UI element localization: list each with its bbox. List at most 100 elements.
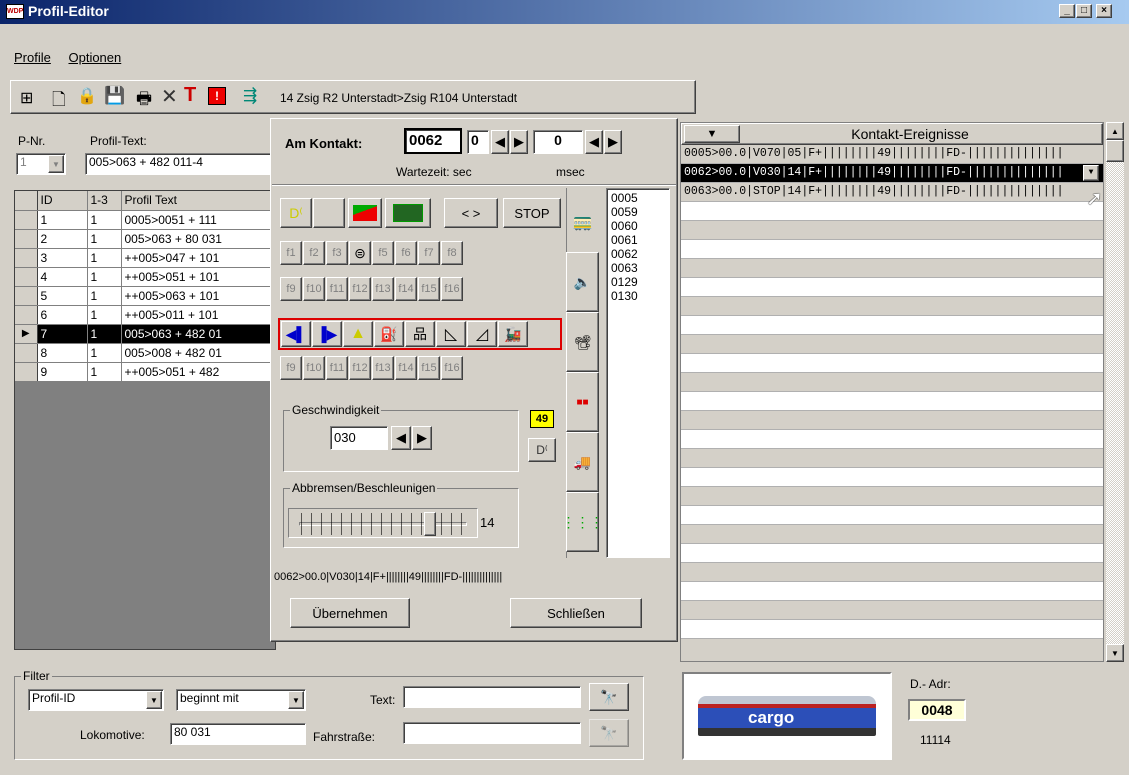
- new-document-icon[interactable]: 🗋: [52, 87, 66, 116]
- list-item[interactable]: 0061: [611, 233, 665, 247]
- event-row[interactable]: [681, 354, 1103, 373]
- f7-button[interactable]: f7: [418, 241, 440, 265]
- event-row[interactable]: [681, 202, 1103, 221]
- f13b-button[interactable]: f13: [372, 356, 394, 380]
- f11b-button[interactable]: f11: [326, 356, 348, 380]
- event-row[interactable]: [681, 297, 1103, 316]
- close-button[interactable]: ×: [1096, 4, 1112, 18]
- signal-icon[interactable]: ■■: [566, 372, 599, 432]
- sound-icon[interactable]: 🔈: [566, 252, 599, 312]
- sec-increment-button[interactable]: ▶: [510, 130, 528, 154]
- slider-thumb[interactable]: [423, 512, 436, 536]
- f13-button[interactable]: f13: [372, 277, 394, 301]
- f14-button[interactable]: f14: [395, 277, 417, 301]
- event-dropdown-chevron-icon[interactable]: ▼: [1083, 165, 1099, 181]
- headlight-right-icon[interactable]: ▐▶: [312, 321, 342, 347]
- menu-optionen[interactable]: Optionen: [68, 50, 121, 65]
- speed-input[interactable]: 030: [330, 426, 388, 450]
- f16-button[interactable]: f16: [441, 277, 463, 301]
- f1-button[interactable]: f1: [280, 241, 302, 265]
- f15-button[interactable]: f15: [418, 277, 440, 301]
- scroll-up-icon[interactable]: ▲: [1106, 122, 1124, 140]
- filter-t-icon[interactable]: T: [184, 84, 196, 107]
- f16b-button[interactable]: f16: [441, 356, 463, 380]
- f2-button[interactable]: f2: [303, 241, 325, 265]
- locomotive-icon[interactable]: 🚃: [566, 192, 599, 252]
- f12b-button[interactable]: f12: [349, 356, 371, 380]
- f3-button[interactable]: f3: [326, 241, 348, 265]
- event-row[interactable]: [681, 259, 1103, 278]
- table-row[interactable]: 5 1 ++005>063 + 101: [15, 286, 275, 306]
- filter-text-input[interactable]: [403, 686, 581, 708]
- list-item[interactable]: 0063: [611, 261, 665, 275]
- event-row[interactable]: [681, 468, 1103, 487]
- list-item[interactable]: 0005: [611, 191, 665, 205]
- kontakt-input[interactable]: 0062: [404, 128, 462, 154]
- event-row[interactable]: [681, 221, 1103, 240]
- ramp-down-icon[interactable]: ◺: [436, 321, 466, 347]
- event-row[interactable]: [681, 430, 1103, 449]
- print-icon[interactable]: 🖶: [136, 86, 152, 115]
- profiltext-input[interactable]: 005>063 + 482 011-4: [85, 153, 275, 175]
- alert-icon[interactable]: !: [208, 87, 226, 105]
- stop-button[interactable]: STOP: [503, 198, 561, 228]
- msec-increment-button[interactable]: ▶: [604, 130, 622, 154]
- chevron-down-icon[interactable]: ▼: [288, 691, 304, 709]
- f11-button[interactable]: f11: [326, 277, 348, 301]
- event-row[interactable]: [681, 582, 1103, 601]
- delete-icon[interactable]: ✕: [161, 84, 178, 109]
- event-row[interactable]: [681, 506, 1103, 525]
- event-row[interactable]: [681, 316, 1103, 335]
- filter-mode-select[interactable]: beginnt mit ▼: [176, 689, 306, 711]
- uebernehmen-button[interactable]: Übernehmen: [290, 598, 410, 628]
- headlight-left-icon[interactable]: ◀▌: [281, 321, 311, 347]
- list-item[interactable]: 0130: [611, 289, 665, 303]
- event-row[interactable]: [681, 411, 1103, 430]
- table-row[interactable]: 9 1 ++005>051 + 482: [15, 362, 275, 382]
- warning-triangle-icon[interactable]: ▲: [343, 321, 373, 347]
- event-row[interactable]: [681, 601, 1103, 620]
- table-row[interactable]: 8 1 005>008 + 482 01: [15, 343, 275, 363]
- col-header-profiltext[interactable]: Profil Text: [121, 191, 275, 211]
- grid-dots-icon[interactable]: ⋮⋮⋮: [562, 492, 604, 552]
- camera-icon[interactable]: 📽: [566, 312, 599, 372]
- f12-button[interactable]: f12: [349, 277, 371, 301]
- event-row-selected[interactable]: 0062>00.0|V030|14|F+||||||||49||||||||FD…: [681, 164, 1103, 183]
- speed-decrement-button[interactable]: ◀: [391, 426, 411, 450]
- crane-icon[interactable]: 🚚: [566, 432, 599, 492]
- board-icon[interactable]: [385, 198, 431, 228]
- event-row[interactable]: [681, 373, 1103, 392]
- event-row[interactable]: [681, 240, 1103, 259]
- list-item[interactable]: 0060: [611, 219, 665, 233]
- event-row[interactable]: 0005>00.0|V070|05|F+||||||||49||||||||FD…: [681, 145, 1103, 164]
- f9-button[interactable]: f9: [280, 277, 302, 301]
- binoculars-search-disabled-icon[interactable]: 🔭: [589, 719, 629, 747]
- contact-list[interactable]: 0005 0059 0060 0061 0062 0063 0129 0130: [606, 188, 670, 558]
- lokomotive-input[interactable]: 80 031: [170, 723, 306, 745]
- f6-button[interactable]: f6: [395, 241, 417, 265]
- sec-decrement-button[interactable]: ◀: [491, 130, 509, 154]
- chevron-down-icon[interactable]: ▼: [48, 155, 64, 173]
- f14b-button[interactable]: f14: [395, 356, 417, 380]
- wait-sec-input[interactable]: 0: [467, 130, 489, 154]
- lock-document-icon[interactable]: 🔒: [77, 86, 97, 106]
- pantograph-icon[interactable]: ⛽: [374, 321, 404, 347]
- event-row[interactable]: [681, 278, 1103, 297]
- loco-red-icon[interactable]: 🚂: [498, 321, 528, 347]
- event-row[interactable]: [681, 620, 1103, 639]
- list-item[interactable]: 0129: [611, 275, 665, 289]
- binoculars-search-icon[interactable]: 🔭: [589, 683, 629, 711]
- brake-slider[interactable]: [288, 508, 478, 538]
- table-row[interactable]: 3 1 ++005>047 + 101: [15, 248, 275, 268]
- schliessen-button[interactable]: Schließen: [510, 598, 642, 628]
- f10b-button[interactable]: f10: [303, 356, 325, 380]
- light-icon[interactable]: D⁽: [280, 198, 312, 228]
- fahrstrasse-input[interactable]: [403, 722, 581, 744]
- coupler-icon[interactable]: 品: [405, 321, 435, 347]
- filter-field-select[interactable]: Profil-ID ▼: [28, 689, 164, 711]
- signal-flag-icon[interactable]: [348, 198, 382, 228]
- table-row[interactable]: 1 1 0005>0051 + 111: [15, 210, 275, 230]
- event-row[interactable]: [681, 563, 1103, 582]
- f15b-button[interactable]: f15: [418, 356, 440, 380]
- exit-icon[interactable]: ⇶: [243, 86, 257, 106]
